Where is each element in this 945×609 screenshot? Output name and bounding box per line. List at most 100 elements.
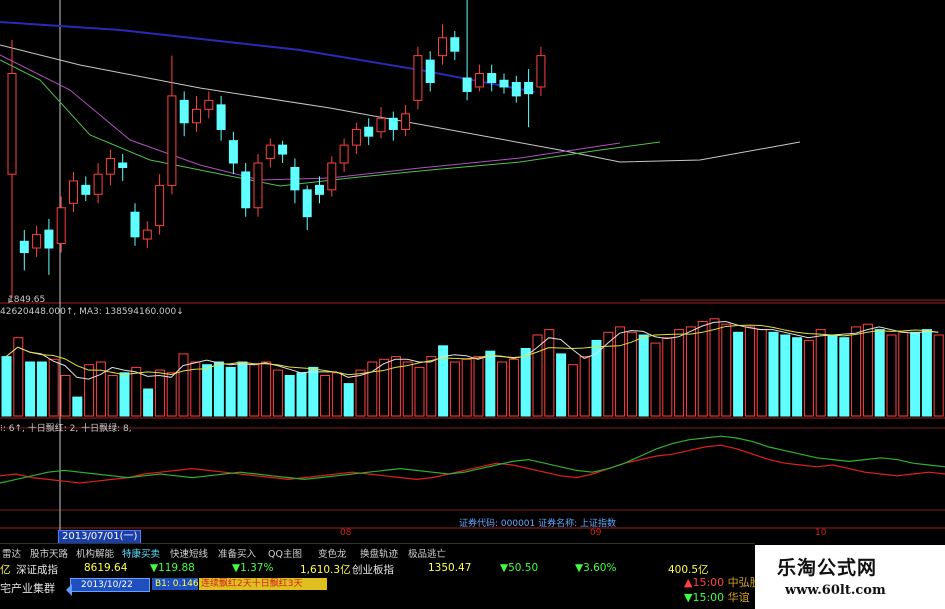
month-tick: 10 xyxy=(815,528,827,538)
sz-index-name[interactable]: 深证成指 xyxy=(16,562,58,577)
volume-bar xyxy=(638,334,649,417)
volume-bar xyxy=(296,372,307,417)
volume-bar xyxy=(839,337,850,417)
toolbar-tab[interactable]: 极品逃亡 xyxy=(408,546,446,560)
candle-body xyxy=(118,162,128,168)
news-item[interactable]: ▲15:00 中弘股 xyxy=(684,574,761,590)
alert-b-box: B1: 0.146 xyxy=(152,578,199,590)
toolbar-tab[interactable]: 股市天路 xyxy=(30,546,68,560)
volume-bar xyxy=(886,334,897,417)
candle-body xyxy=(511,81,521,97)
candle-body xyxy=(32,234,42,249)
kline-chart-area[interactable] xyxy=(0,0,945,545)
volume-bar xyxy=(60,375,71,417)
volume-bar xyxy=(567,364,578,417)
toolbar-tab[interactable]: 准备买入 xyxy=(218,546,256,560)
volume-bar xyxy=(662,337,673,417)
indicator-green-line xyxy=(0,435,945,484)
candle-body xyxy=(44,229,54,249)
volume-bar xyxy=(497,361,508,417)
volume-bar xyxy=(426,356,437,417)
candle-body xyxy=(56,207,66,245)
volume-bar xyxy=(272,369,283,417)
volume-bar xyxy=(331,372,342,417)
candle-body xyxy=(536,55,546,88)
alert-date-box: 2013/10/22 xyxy=(70,578,150,592)
cursor-date-label: 2013/07/01(一) xyxy=(58,530,142,544)
volume-bar xyxy=(107,375,118,417)
volume-bar xyxy=(615,326,626,417)
candle-body xyxy=(7,73,17,175)
candle-body xyxy=(487,73,497,83)
news-item[interactable]: ▼15:00 华谊 xyxy=(684,589,750,605)
candle-body xyxy=(130,211,140,238)
volume-bar xyxy=(1,356,12,417)
volume-bar xyxy=(202,364,213,417)
volume-bar xyxy=(756,329,767,417)
sector-name[interactable]: 宅产业集群 xyxy=(0,580,55,596)
volume-bar xyxy=(650,342,661,417)
candle-body xyxy=(339,144,349,164)
cy-index-name[interactable]: 创业板指 xyxy=(352,562,394,577)
stock-terminal: 1849.65 42620448.000↑, MA3: 138594160.00… xyxy=(0,0,945,609)
candle-body xyxy=(315,184,324,195)
volume-bar xyxy=(449,361,460,417)
toolbar-tab[interactable]: 雷达 xyxy=(2,546,21,560)
volume-bar xyxy=(674,329,685,417)
volume-bar xyxy=(72,396,83,417)
volume-bar xyxy=(544,329,555,417)
volume-bar xyxy=(213,361,224,417)
month-tick: 08 xyxy=(340,528,352,538)
cy-index-pct: ▼3.60% xyxy=(575,562,617,574)
volume-bar xyxy=(119,372,130,417)
volume-bar xyxy=(933,334,944,417)
volume-bar xyxy=(721,323,732,417)
candle-body xyxy=(228,140,238,164)
indicator-red-line xyxy=(0,444,945,484)
volume-bar xyxy=(921,329,932,417)
volume-bar xyxy=(910,331,921,417)
sz-index-value: 8619.64 xyxy=(84,562,128,574)
candle-body xyxy=(364,126,374,137)
volume-bar xyxy=(556,353,567,417)
news-time: ▲15:00 xyxy=(684,576,725,589)
toolbar-tab[interactable]: 变色龙 xyxy=(318,546,347,560)
candle-body xyxy=(204,99,214,110)
volume-bar xyxy=(402,361,413,417)
volume-indicator-label: 42620448.000↑, MA3: 138594160.000↓ xyxy=(0,307,184,317)
candle-body xyxy=(253,162,263,209)
volume-bar xyxy=(379,358,390,417)
volume-bar xyxy=(36,361,47,417)
candle-body xyxy=(462,77,472,92)
volume-bar xyxy=(733,331,744,417)
logo-url: www.60lt.com xyxy=(785,583,886,598)
cy-index-value: 1350.47 xyxy=(428,562,472,574)
toolbar-tab[interactable]: 快速短线 xyxy=(170,546,208,560)
alert-b-value: B1: 0.146 xyxy=(155,579,199,589)
min-price-text: 1849.65 xyxy=(8,295,46,305)
news-time: ▼15:00 xyxy=(684,591,725,604)
toolbar-tab[interactable]: 换盘轨迹 xyxy=(360,546,398,560)
signal-indicator-label: ⁝: 6↑, 十日飘红: 2, 十日飘绿: 8, xyxy=(0,424,132,434)
candle-body xyxy=(388,117,398,130)
candle-body xyxy=(93,173,103,195)
candle-body xyxy=(327,162,337,191)
volume-bar xyxy=(815,329,826,417)
volume-bar xyxy=(862,323,873,417)
volume-bar xyxy=(414,366,425,417)
ma-line-white xyxy=(0,44,801,163)
toolbar-tab[interactable]: 机构解能 xyxy=(76,546,114,560)
candle-body xyxy=(241,171,251,209)
volume-bar xyxy=(166,372,177,417)
volume-bar xyxy=(390,356,401,417)
candle-body xyxy=(81,184,91,195)
toolbar-tab[interactable]: QQ主图 xyxy=(268,546,302,560)
volume-bar xyxy=(461,358,472,417)
toolbar-tab-active[interactable]: 特康买卖 xyxy=(122,546,160,560)
candle-body xyxy=(413,55,423,101)
volume-bar xyxy=(84,364,95,417)
volume-bar xyxy=(143,388,154,417)
volume-bar xyxy=(355,369,366,417)
volume-bar xyxy=(154,369,165,417)
volume-bar xyxy=(685,326,696,417)
